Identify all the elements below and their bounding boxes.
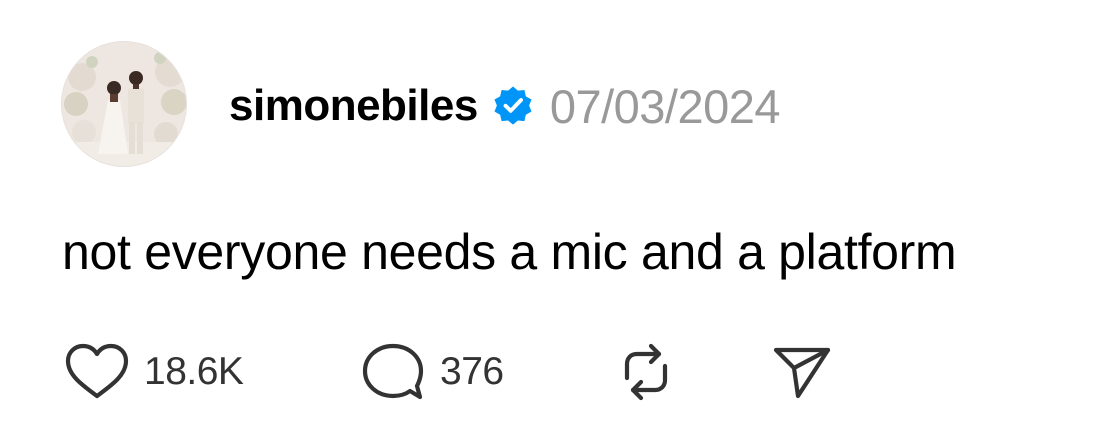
repost-button[interactable] [613, 342, 679, 402]
post-text: not everyone needs a mic and a platform [62, 224, 957, 280]
avatar[interactable] [61, 41, 187, 167]
post-header: simonebiles 07/03/2024 [229, 78, 781, 134]
heart-icon [64, 342, 130, 402]
comment-button[interactable]: 376 [360, 342, 504, 402]
like-button[interactable]: 18.6K [64, 342, 244, 402]
username[interactable]: simonebiles [229, 81, 478, 131]
post-date: 07/03/2024 [549, 79, 781, 133]
comment-count: 376 [440, 350, 504, 393]
like-count: 18.6K [144, 350, 244, 393]
verified-badge-icon [490, 83, 536, 129]
post-card: simonebiles 07/03/2024 not everyone need… [0, 0, 1106, 432]
paper-plane-icon [772, 342, 834, 402]
repost-icon [613, 340, 679, 404]
speech-bubble-icon [360, 341, 426, 403]
share-button[interactable] [772, 342, 834, 402]
